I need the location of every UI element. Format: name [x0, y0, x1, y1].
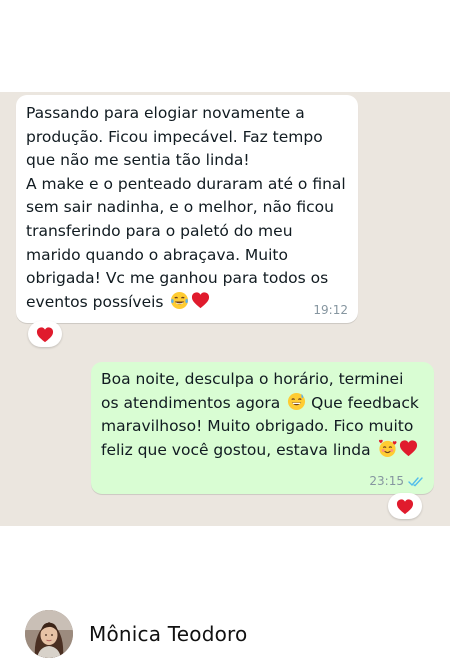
- outgoing-reaction-badge[interactable]: [388, 493, 422, 519]
- red-heart-icon: [36, 326, 54, 342]
- outgoing-message-time: 23:15: [369, 474, 424, 488]
- outgoing-message-text: Boa noite, desculpa o horário, terminei …: [101, 370, 419, 459]
- grinning-sweat-emoji: [288, 392, 306, 410]
- red-heart-emoji: [192, 292, 210, 308]
- incoming-message-text: Passando para elogiar novamente a produç…: [26, 104, 346, 311]
- incoming-message-bubble[interactable]: Passando para elogiar novamente a produç…: [16, 95, 358, 323]
- incoming-reaction-badge[interactable]: [28, 321, 62, 347]
- incoming-message-time: 19:12: [313, 303, 348, 317]
- profile-photo-icon: [25, 610, 73, 658]
- avatar[interactable]: [25, 610, 73, 658]
- author-name: Mônica Teodoro: [89, 622, 248, 646]
- testimonial-card: Passando para elogiar novamente a produç…: [0, 0, 450, 670]
- read-receipt-icon: [408, 476, 423, 486]
- tears-of-joy-emoji: [171, 291, 189, 309]
- author-footer: Mônica Teodoro: [25, 609, 247, 659]
- red-heart-emoji: [399, 440, 417, 456]
- outgoing-message-bubble[interactable]: Boa noite, desculpa o horário, terminei …: [91, 362, 434, 494]
- chat-screenshot: Passando para elogiar novamente a produç…: [0, 92, 450, 526]
- red-heart-icon: [396, 498, 414, 514]
- smiling-hearts-emoji: [378, 439, 397, 457]
